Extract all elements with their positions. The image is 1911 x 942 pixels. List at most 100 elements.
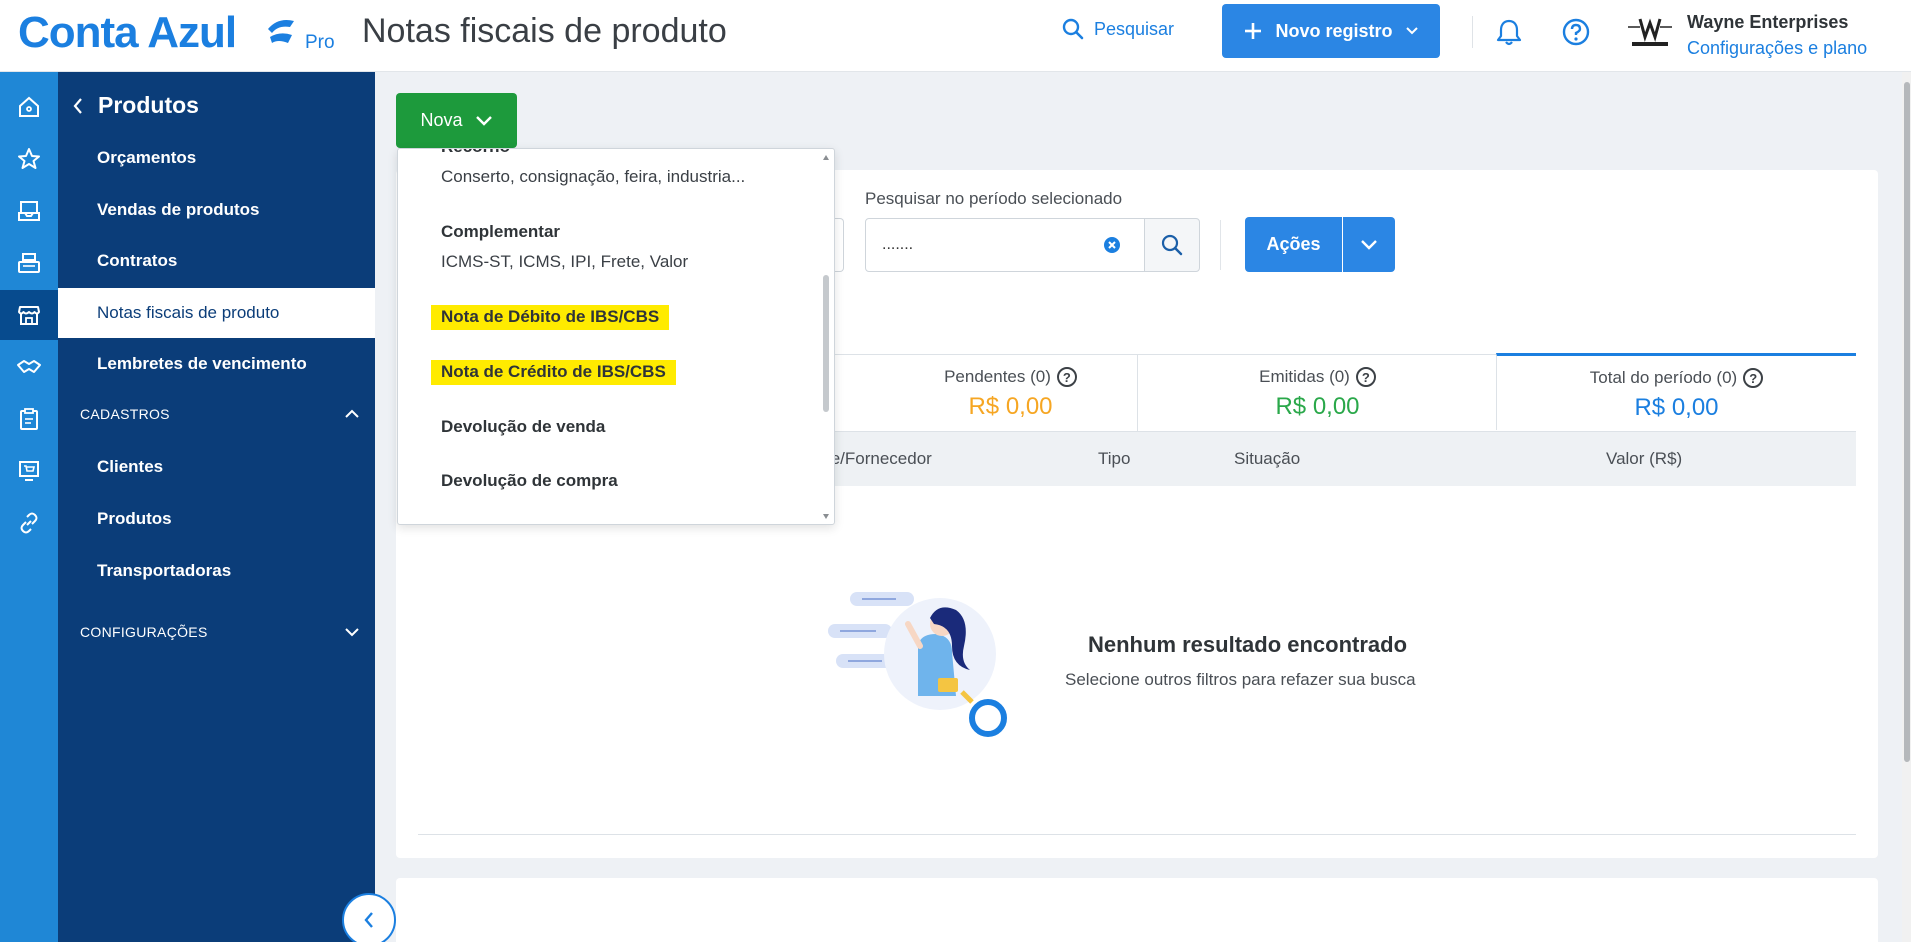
company-logo	[1628, 18, 1672, 46]
star-icon	[18, 148, 40, 169]
secondary-card	[396, 878, 1878, 942]
toolbar-divider	[1220, 220, 1221, 270]
col-tipo[interactable]: Tipo	[1098, 449, 1130, 469]
help-icon[interactable]	[1562, 18, 1590, 46]
nova-dropdown-menu: Recorno Conserto, consignação, feira, in…	[397, 148, 835, 525]
menu-item-retorno[interactable]: Recorno Conserto, consignação, feira, in…	[441, 149, 746, 187]
chevron-down-icon	[1361, 239, 1377, 250]
monitor-cart-icon	[19, 461, 39, 481]
menu-item-title: Devolução de venda	[441, 417, 606, 436]
dropdown-scroll-thumb[interactable]	[823, 275, 829, 412]
sidebar-item-contratos[interactable]: Contratos	[58, 236, 375, 286]
tab-pendentes[interactable]: Pendentes (0)? R$ 0,00	[830, 355, 1190, 432]
sidebar-item-vendas[interactable]: Vendas de produtos	[58, 185, 375, 235]
menu-item-title: Nota de Crédito de IBS/CBS	[431, 360, 676, 385]
rail-reports[interactable]	[0, 394, 58, 444]
plan-badge: Pro	[305, 32, 335, 53]
rail-favorites[interactable]	[0, 134, 58, 184]
card-divider	[418, 834, 1856, 835]
sidebar: Produtos Orçamentos Vendas de produtos C…	[58, 72, 375, 942]
sidebar-section-cadastros[interactable]: CADASTROS	[80, 406, 360, 422]
sidebar-collapse-button[interactable]	[342, 893, 396, 942]
col-valor[interactable]: Valor (R$)	[1606, 449, 1682, 469]
menu-item-title: Recorno	[441, 149, 745, 157]
sidebar-item-lembretes[interactable]: Lembretes de vencimento	[58, 339, 375, 389]
chevron-left-icon	[364, 912, 373, 928]
company-settings-link[interactable]: Configurações e plano	[1687, 38, 1867, 59]
chevron-up-icon	[345, 409, 359, 418]
col-situacao[interactable]: Situação	[1234, 449, 1300, 469]
menu-item-devolucao-venda[interactable]: Devolução de venda	[441, 417, 605, 437]
header-divider	[1472, 16, 1473, 48]
new-record-button[interactable]: Novo registro	[1222, 4, 1440, 58]
sidebar-section-configuracoes[interactable]: CONFIGURAÇÕES	[80, 624, 360, 640]
rail-pdv[interactable]	[0, 238, 58, 288]
emitidas-value: R$ 0,00	[1275, 393, 1360, 420]
search-button[interactable]: Pesquisar	[1062, 18, 1174, 40]
icon-rail	[0, 72, 58, 942]
sidebar-item-orcamentos[interactable]: Orçamentos	[58, 133, 375, 183]
help-icon[interactable]: ?	[1355, 367, 1376, 387]
emitidas-label: Emitidas (0)	[1259, 367, 1350, 386]
clipboard-icon	[20, 408, 38, 430]
plus-icon	[1245, 23, 1262, 39]
link-icon	[20, 512, 38, 534]
bell-icon[interactable]	[1496, 18, 1522, 46]
search-icon	[1161, 234, 1183, 256]
nova-button[interactable]: Nova	[396, 93, 517, 148]
sidebar-item-notas-fiscais[interactable]: Notas fiscais de produto	[58, 288, 375, 338]
brand-logo[interactable]: Conta Azul	[18, 8, 237, 58]
brand-swoosh-icon	[268, 20, 294, 43]
inbox-icon	[18, 201, 40, 221]
menu-item-nota-debito[interactable]: Nota de Débito de IBS/CBS	[431, 305, 670, 330]
section-cadastros-label: CADASTROS	[80, 406, 170, 422]
chevron-down-icon	[475, 115, 492, 126]
menu-item-complementar[interactable]: Complementar ICMS-ST, ICMS, IPI, Frete, …	[441, 222, 688, 272]
chevron-down-icon	[345, 628, 359, 637]
section-config-label: CONFIGURAÇÕES	[80, 624, 208, 640]
rail-ecommerce[interactable]	[0, 446, 58, 496]
menu-item-nota-credito[interactable]: Nota de Crédito de IBS/CBS	[431, 360, 676, 385]
sidebar-back-products[interactable]: Produtos	[72, 92, 199, 119]
col-cliente-fornecedor[interactable]: te/Fornecedor	[826, 449, 932, 469]
page-scroll-thumb[interactable]	[1904, 82, 1910, 762]
help-icon[interactable]: ?	[1056, 367, 1077, 387]
acoes-button[interactable]: Ações	[1245, 217, 1342, 272]
menu-item-desc: Conserto, consignação, feira, industria.…	[441, 167, 746, 186]
acoes-dropdown-toggle[interactable]	[1343, 217, 1395, 272]
chevron-down-icon	[1405, 27, 1418, 35]
rail-integrations[interactable]	[0, 498, 58, 548]
nova-label: Nova	[420, 110, 463, 130]
clear-input-icon[interactable]	[1103, 236, 1121, 254]
menu-item-desc: ICMS-ST, ICMS, IPI, Frete, Valor	[441, 252, 689, 271]
period-search-label: Pesquisar no período selecionado	[865, 189, 1123, 208]
pendentes-label: Pendentes (0)	[944, 367, 1051, 386]
rail-home[interactable]	[0, 82, 58, 132]
total-value: R$ 0,00	[1634, 394, 1719, 421]
menu-item-title: Complementar	[441, 222, 561, 241]
tab-emitidas[interactable]: Emitidas (0)? R$ 0,00	[1137, 355, 1497, 432]
period-search-value: .......	[882, 236, 914, 253]
total-label: Total do período (0)	[1589, 368, 1738, 387]
rail-finance[interactable]	[0, 342, 58, 392]
tab-total-periodo[interactable]: Total do período (0)? R$ 0,00	[1496, 353, 1856, 430]
period-search-button[interactable]	[1144, 218, 1200, 272]
sidebar-item-transportadoras[interactable]: Transportadoras	[58, 546, 375, 596]
help-icon[interactable]: ?	[1743, 368, 1764, 388]
empty-state-illustration	[828, 592, 1007, 737]
menu-item-title: Nota de Débito de IBS/CBS	[431, 305, 670, 330]
sidebar-title: Produtos	[98, 92, 199, 118]
rail-inbox[interactable]	[0, 186, 58, 236]
home-icon	[19, 96, 39, 117]
menu-item-devolucao-compra[interactable]: Devolução de compra	[441, 471, 618, 491]
sidebar-item-clientes[interactable]: Clientes	[58, 442, 375, 492]
search-label: Pesquisar	[1094, 18, 1175, 39]
brand-name: Conta Azul	[18, 8, 237, 57]
rail-products[interactable]	[0, 290, 58, 340]
store-icon	[18, 306, 40, 325]
handshake-icon	[17, 360, 41, 373]
top-header: Conta Azul Pro Notas fiscais de produto …	[0, 0, 1911, 72]
company-name: Wayne Enterprises	[1687, 12, 1849, 32]
sidebar-item-produtos[interactable]: Produtos	[58, 494, 375, 544]
new-record-label: Novo registro	[1275, 20, 1393, 41]
